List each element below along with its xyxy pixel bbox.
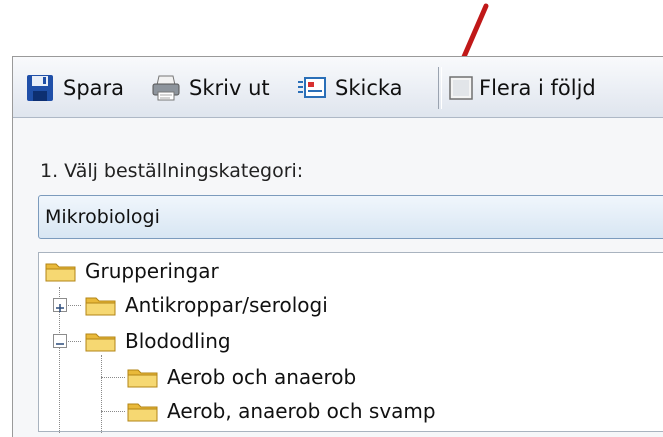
- floppy-disk-icon: [27, 75, 53, 101]
- tree-guide: [101, 377, 125, 378]
- step-label: 1. Välj beställningskategori:: [40, 160, 304, 182]
- expand-toggle[interactable]: [53, 298, 67, 312]
- tree-item-antikroppar[interactable]: Antikroppar/serologi: [85, 293, 328, 317]
- tree-root-label: Grupperingar: [85, 259, 219, 283]
- checkbox-icon[interactable]: [449, 76, 473, 100]
- multi-label: Flera i följd: [479, 76, 596, 100]
- folder-icon: [85, 297, 116, 316]
- tree-item-label: Antikroppar/serologi: [125, 293, 328, 317]
- tree-item-label: Aerob och anaerob: [167, 365, 357, 389]
- collapse-toggle[interactable]: [53, 334, 67, 348]
- tree-root[interactable]: Grupperingar: [45, 259, 219, 283]
- send-button[interactable]: Skicka: [297, 71, 403, 105]
- print-label: Skriv ut: [189, 76, 270, 100]
- category-value: Mikrobiologi: [45, 206, 160, 228]
- folder-icon: [127, 403, 158, 422]
- tree-item-label: Aerob, anaerob och svamp: [167, 399, 436, 423]
- category-select[interactable]: Mikrobiologi: [38, 195, 663, 239]
- toolbar-separator: [438, 67, 442, 109]
- tree-item-aerob-anaerob-svamp[interactable]: Aerob, anaerob och svamp: [127, 399, 436, 423]
- folder-icon: [127, 369, 158, 388]
- save-button[interactable]: Spara: [25, 71, 124, 105]
- print-button[interactable]: Skriv ut: [151, 71, 270, 105]
- toolbar: Spara Skriv ut Skicka Flera i följd: [13, 57, 663, 118]
- folder-icon: [85, 333, 116, 352]
- plus-icon: [56, 304, 64, 312]
- minus-icon: [56, 343, 64, 345]
- tree-item-aerob-anaerob[interactable]: Aerob och anaerob: [127, 365, 356, 389]
- tree-item-blododling[interactable]: Blododling: [85, 329, 231, 353]
- send-label: Skicka: [335, 76, 403, 100]
- multi-checkbox-toggle[interactable]: Flera i följd: [449, 71, 596, 105]
- category-tree[interactable]: Grupperingar Antikroppar/serologi Blodod…: [38, 252, 663, 433]
- tree-guide: [101, 355, 102, 433]
- printer-icon: [152, 75, 180, 101]
- send-form-icon: [298, 77, 326, 98]
- save-label: Spara: [63, 76, 125, 100]
- folder-icon: [45, 263, 76, 282]
- tree-item-label: Blododling: [125, 329, 231, 353]
- tree-guide: [101, 411, 125, 412]
